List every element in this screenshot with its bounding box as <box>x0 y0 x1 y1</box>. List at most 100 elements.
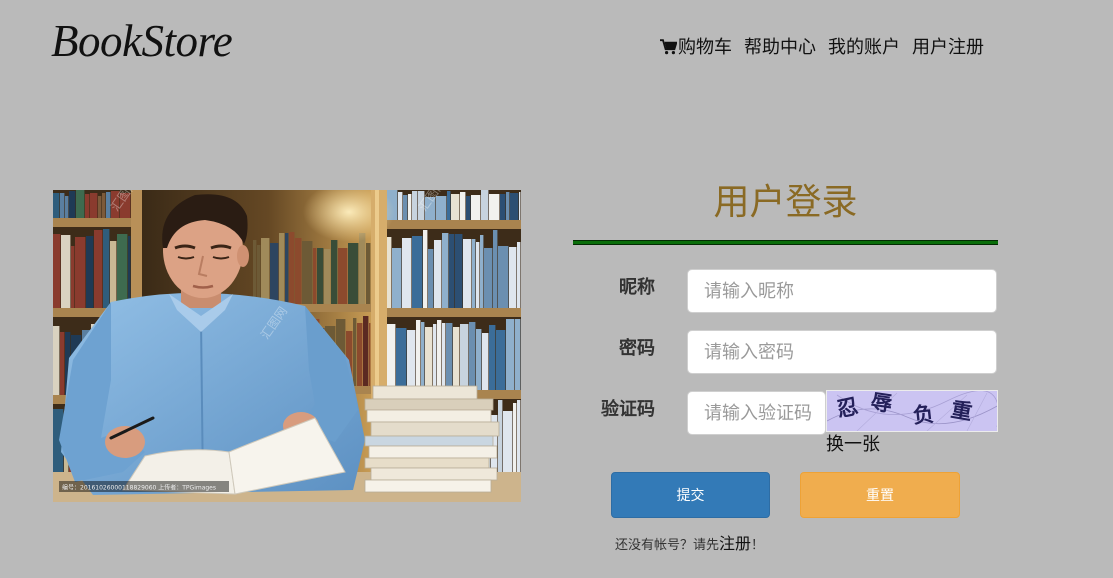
shelf-board <box>387 308 521 317</box>
nickname-label: 昵称 <box>619 277 655 297</box>
register-prompt-prefix: 还没有帐号？请先 <box>615 537 720 552</box>
captcha-refresh-link[interactable]: 换一张 <box>826 433 880 455</box>
book-spine <box>261 238 270 304</box>
nav-item-help[interactable]: 帮助中心 <box>744 37 816 57</box>
book-spine <box>98 196 102 218</box>
book-spine <box>60 332 65 395</box>
book-spine <box>449 234 455 308</box>
book-spine <box>503 411 513 472</box>
book-spine <box>506 192 510 220</box>
book-spine <box>460 192 466 220</box>
book-spine <box>446 323 453 390</box>
register-prompt-suffix: ！ <box>751 537 765 552</box>
book-spine <box>484 248 493 308</box>
bookstore-logo[interactable]: BookStore <box>51 15 233 67</box>
book-spine <box>353 318 357 386</box>
nav-item-register[interactable]: 用户注册 <box>912 37 984 57</box>
nav-item-account[interactable]: 我的账户 <box>828 37 900 57</box>
book-spine <box>476 242 480 308</box>
captcha-char: 负 <box>911 400 936 429</box>
book-spine <box>359 233 366 304</box>
book-spine <box>86 236 94 308</box>
book-spine <box>357 323 363 386</box>
book-spine <box>392 248 402 308</box>
captcha-image[interactable]: 忍 辱 负 重 <box>826 390 998 432</box>
book-spine <box>313 248 317 304</box>
book-spine <box>476 329 482 390</box>
book-spine <box>460 324 469 390</box>
book-spine <box>302 241 313 304</box>
book-spine <box>317 248 324 304</box>
book-spine <box>128 236 131 308</box>
book-spine <box>425 327 433 390</box>
book-spine <box>60 193 65 218</box>
book-spine <box>489 194 500 220</box>
book-spine <box>442 323 446 390</box>
book-spine <box>279 233 285 304</box>
book-spine <box>387 324 396 390</box>
book-spine <box>442 233 449 308</box>
book-spine <box>61 235 71 308</box>
book-spine <box>519 192 521 220</box>
book-spine <box>421 322 425 390</box>
book-spine <box>387 237 392 308</box>
book-spine <box>402 238 412 308</box>
book-spine <box>471 195 481 220</box>
book-spine <box>434 240 442 308</box>
book-spine <box>117 234 128 308</box>
book-spine <box>85 194 90 218</box>
book-spine <box>348 243 359 304</box>
book-spine <box>407 330 416 390</box>
reset-button[interactable]: 重置 <box>800 472 960 518</box>
password-input[interactable] <box>687 330 997 374</box>
login-title: 用户登录 <box>713 181 858 222</box>
book-spine <box>489 325 496 390</box>
stacked-book <box>364 457 490 469</box>
register-link[interactable]: 注册 <box>719 536 751 553</box>
book-spine <box>455 234 463 308</box>
shelf-board <box>387 220 521 229</box>
book-spine <box>257 245 261 304</box>
book-spine <box>324 249 331 304</box>
book-spine <box>103 229 110 308</box>
nav-item-cart[interactable]: 购物车 <box>660 37 732 57</box>
captcha-char: 辱 <box>869 390 894 417</box>
captcha-input[interactable] <box>687 391 826 435</box>
book-spine <box>295 238 302 304</box>
book-spine <box>65 196 69 218</box>
stacked-book <box>370 467 498 481</box>
reader-photo: 汇图网 汇图网 汇图网 编号：20161026000118829060 上传者：… <box>53 190 521 502</box>
book-spine <box>472 239 476 308</box>
nav-item-label: 购物车 <box>678 37 732 57</box>
book-spine <box>53 234 61 308</box>
book-spine <box>53 193 60 218</box>
stacked-book <box>372 385 478 400</box>
book-spine <box>289 232 295 304</box>
register-prompt: 还没有帐号？请先注册！ <box>615 535 764 555</box>
captcha-char: 重 <box>949 396 975 425</box>
watermark-caption: 编号：20161026000118829060 上传者：TPGimages <box>62 484 216 492</box>
submit-button[interactable]: 提交 <box>611 472 770 518</box>
book-spine <box>517 400 521 472</box>
book-spine <box>517 242 521 308</box>
stacked-book <box>368 445 498 459</box>
book-spine <box>437 320 442 390</box>
book-spine <box>515 319 521 390</box>
book-spine <box>510 193 519 220</box>
stacked-book <box>366 409 492 423</box>
nickname-input[interactable] <box>687 269 997 313</box>
book-spine <box>433 324 437 390</box>
stacked-book <box>364 479 492 493</box>
book-spine <box>102 193 106 218</box>
book-spine <box>463 239 472 308</box>
book-spine <box>482 333 489 390</box>
book-spine <box>498 246 509 308</box>
password-label: 密码 <box>619 338 655 358</box>
book-spine <box>513 403 517 472</box>
book-spine <box>94 230 103 308</box>
book-spine <box>423 230 428 308</box>
book-spine <box>69 191 76 218</box>
captcha-char: 忍 <box>834 393 861 422</box>
book-spine <box>436 196 447 220</box>
book-stack <box>364 385 500 493</box>
